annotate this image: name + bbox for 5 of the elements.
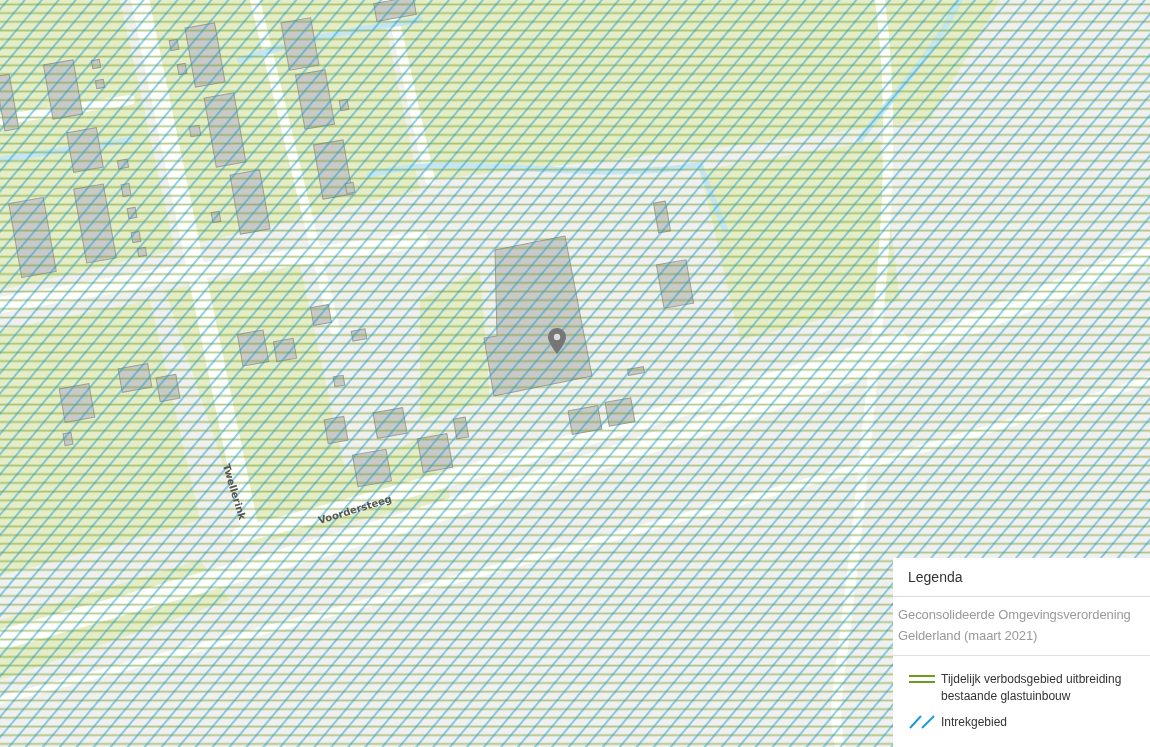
location-pin-icon[interactable] [548, 328, 566, 354]
legend-title: Legenda [908, 569, 963, 585]
legend-label: Tijdelijk verbodsgebied uitbreiding bestaande glastuinbouw [941, 671, 1123, 705]
legend-label: Intrekgebied [941, 714, 1009, 731]
legend-source-text: Geconsolideerde Omgevingsverordening Gelderland (maart 2021) [898, 606, 1132, 645]
